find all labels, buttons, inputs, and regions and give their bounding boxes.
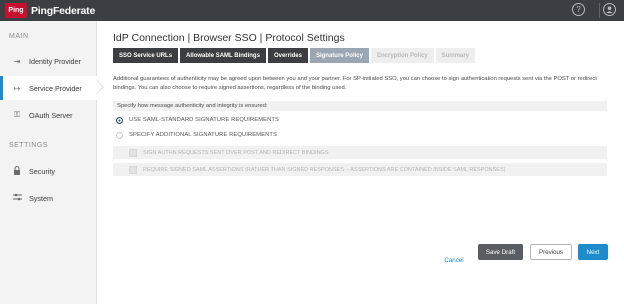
- sidebar: MAIN ⇥ Identity Provider ↦ Service Provi…: [0, 21, 105, 304]
- top-bar: Ping PingFederate ?: [0, 0, 624, 21]
- user-icon[interactable]: [603, 3, 616, 16]
- checkbox-row-sign-authn: SIGN AUTHN REQUESTS SENT OVER POST AND R…: [113, 146, 607, 159]
- radio-additional[interactable]: [116, 131, 123, 139]
- sliders-icon: [11, 193, 23, 203]
- arrow-out-icon: ↦: [13, 83, 21, 93]
- arrow-in-icon: ⇥: [13, 56, 21, 66]
- sidebar-item-label: System: [29, 193, 53, 203]
- next-button[interactable]: Next: [578, 244, 608, 260]
- tab-summary: Summary: [435, 48, 476, 63]
- radio-standard[interactable]: [116, 116, 123, 124]
- option-additional-signature[interactable]: SPECIFY ADDITIONAL SIGNATURE REQUIREMENT…: [113, 128, 607, 142]
- ping-logo[interactable]: Ping PingFederate: [5, 3, 95, 18]
- active-indicator: [89, 79, 105, 95]
- sidebar-item-system[interactable]: System: [0, 186, 97, 210]
- sidebar-item-label: Security: [29, 166, 55, 176]
- sidebar-item-service-provider[interactable]: ↦ Service Provider: [0, 76, 105, 100]
- tab-sso-service-urls[interactable]: SSO Service URLs: [113, 48, 179, 63]
- sidebar-item-label: OAuth Server: [29, 110, 73, 120]
- checkbox-require-signed: [129, 165, 137, 174]
- checkbox-label: REQUIRE SIGNED SAML ASSERTIONS (RATHER T…: [143, 166, 506, 173]
- sidebar-item-label: Service Provider: [29, 83, 82, 93]
- tab-allowable-saml-bindings[interactable]: Allowable SAML Bindings: [180, 48, 266, 63]
- page-title: IdP Connection | Browser SSO | Protocol …: [113, 32, 345, 44]
- cancel-button[interactable]: Cancel: [443, 252, 465, 268]
- sidebar-section-main: MAIN: [9, 33, 29, 40]
- sidebar-item-identity-provider[interactable]: ⇥ Identity Provider: [0, 49, 97, 73]
- help-icon[interactable]: ?: [572, 3, 585, 16]
- sidebar-item-security[interactable]: Security: [0, 159, 97, 183]
- tab-signature-policy[interactable]: Signature Policy: [309, 48, 369, 63]
- checkbox-row-require-signed: REQUIRE SIGNED SAML ASSERTIONS (RATHER T…: [113, 163, 607, 176]
- checkbox-sign-authn: [129, 148, 137, 157]
- key-icon: ⚿: [13, 110, 21, 119]
- option-label: USE SAML-STANDARD SIGNATURE REQUIREMENTS: [129, 117, 280, 123]
- tab-encryption-policy: Encryption Policy: [370, 48, 434, 63]
- checkbox-label: SIGN AUTHN REQUESTS SENT OVER POST AND R…: [143, 149, 329, 156]
- sidebar-section-settings: SETTINGS: [9, 142, 49, 149]
- logo-mark: Ping: [5, 3, 27, 18]
- lock-icon: [11, 165, 23, 177]
- wizard-tabs: SSO Service URLs Allowable SAML Bindings…: [113, 48, 476, 63]
- save-draft-button[interactable]: Save Draft: [478, 244, 523, 260]
- section-instruction: Specify how message authenticity and int…: [113, 101, 607, 111]
- sidebar-item-oauth-server[interactable]: ⚿ OAuth Server: [0, 103, 97, 127]
- tab-overrides[interactable]: Overrides: [267, 48, 308, 63]
- sidebar-item-label: Identity Provider: [29, 56, 81, 66]
- page-description: Additional guarantees of authenticity ma…: [113, 76, 597, 91]
- previous-button[interactable]: Previous: [530, 244, 572, 260]
- option-standard-signature[interactable]: USE SAML-STANDARD SIGNATURE REQUIREMENTS: [113, 113, 607, 127]
- option-label: SPECIFY ADDITIONAL SIGNATURE REQUIREMENT…: [129, 132, 277, 138]
- logo-text: PingFederate: [31, 4, 96, 17]
